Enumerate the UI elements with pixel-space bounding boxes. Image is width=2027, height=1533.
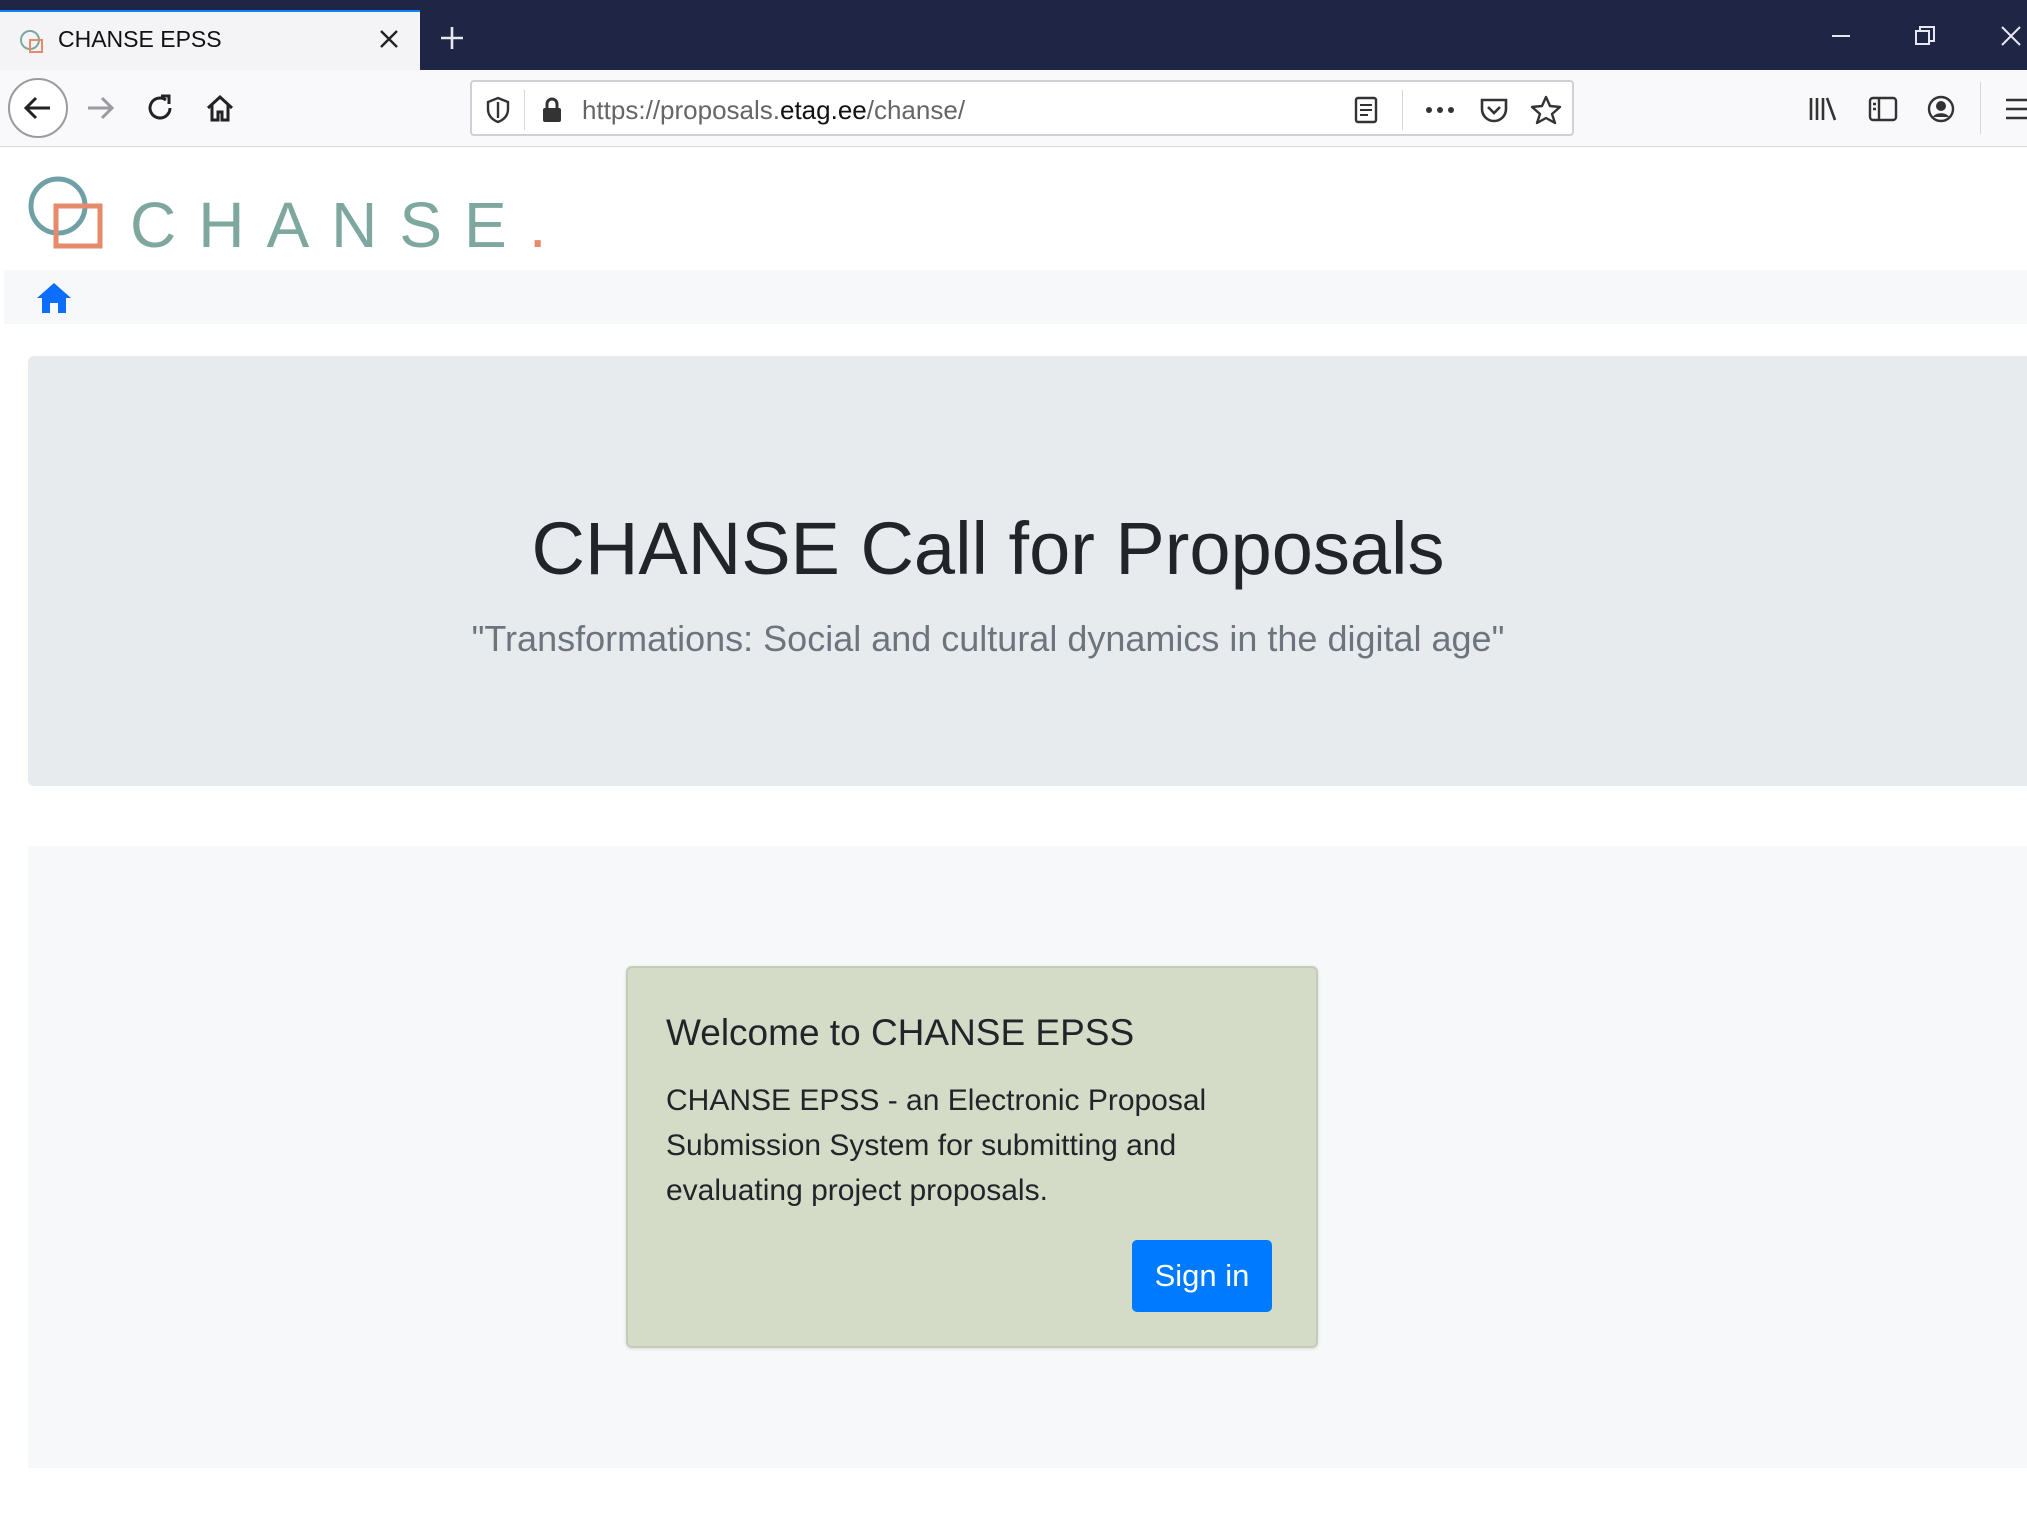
- main-content: Welcome to CHANSE EPSS CHANSE EPSS - an …: [28, 846, 2027, 1468]
- logo-dot: .: [528, 189, 569, 261]
- more-icon[interactable]: [1422, 92, 1458, 128]
- forward-icon[interactable]: [72, 80, 128, 136]
- pocket-icon[interactable]: [1476, 92, 1512, 128]
- jumbotron: CHANSE Call for Proposals "Transformatio…: [28, 356, 2027, 786]
- reload-icon[interactable]: [132, 80, 188, 136]
- logo-text: CHANSE.: [130, 188, 569, 262]
- tab-title: CHANSE EPSS: [58, 26, 222, 52]
- page-title: CHANSE Call for Proposals: [531, 507, 1445, 590]
- tab-favicon: [20, 30, 43, 53]
- url-path: /chanse/: [866, 95, 966, 125]
- lock-icon[interactable]: [534, 92, 570, 128]
- navigation-toolbar: https://proposals.etag.ee/chanse/: [0, 70, 2027, 147]
- menu-icon[interactable]: [1996, 88, 2027, 130]
- shield-icon[interactable]: [480, 92, 516, 128]
- url-prefix: https://proposals.: [582, 95, 780, 125]
- url-domain: etag.ee: [780, 95, 867, 125]
- minimize-icon[interactable]: [1816, 16, 1866, 56]
- home-icon[interactable]: [34, 280, 74, 316]
- breadcrumb-bar: [4, 270, 2027, 324]
- welcome-card: Welcome to CHANSE EPSS CHANSE EPSS - an …: [626, 966, 1318, 1348]
- url-text[interactable]: https://proposals.etag.ee/chanse/: [582, 95, 965, 126]
- site-logo[interactable]: CHANSE.: [28, 170, 547, 261]
- browser-tab[interactable]: CHANSE EPSS: [0, 10, 420, 70]
- tab-strip: CHANSE EPSS: [0, 0, 2027, 70]
- home-icon[interactable]: [192, 80, 248, 136]
- logo-wordmark: CHANSE: [130, 189, 529, 261]
- logo-mark-icon: [28, 176, 103, 249]
- account-icon[interactable]: [1920, 88, 1962, 130]
- close-icon[interactable]: [372, 22, 406, 56]
- restore-icon[interactable]: [1900, 16, 1950, 56]
- welcome-title: Welcome to CHANSE EPSS: [666, 1012, 1135, 1053]
- reader-view-icon[interactable]: [1348, 92, 1384, 128]
- sign-in-button[interactable]: Sign in: [1132, 1240, 1272, 1312]
- sidebar-icon[interactable]: [1862, 88, 1904, 130]
- library-icon[interactable]: [1802, 88, 1844, 130]
- close-window-icon[interactable]: [1986, 16, 2027, 56]
- plus-icon[interactable]: [432, 18, 472, 58]
- star-icon[interactable]: [1528, 92, 1564, 128]
- page-subtitle: "Transformations: Social and cultural dy…: [471, 618, 1505, 659]
- web-page: CHANSE. CHANSE Call for Proposals "Trans…: [0, 148, 2027, 1533]
- back-icon[interactable]: [8, 78, 68, 138]
- url-bar[interactable]: https://proposals.etag.ee/chanse/: [470, 80, 1574, 136]
- welcome-text: CHANSE EPSS - an Electronic Proposal Sub…: [666, 1084, 1207, 1207]
